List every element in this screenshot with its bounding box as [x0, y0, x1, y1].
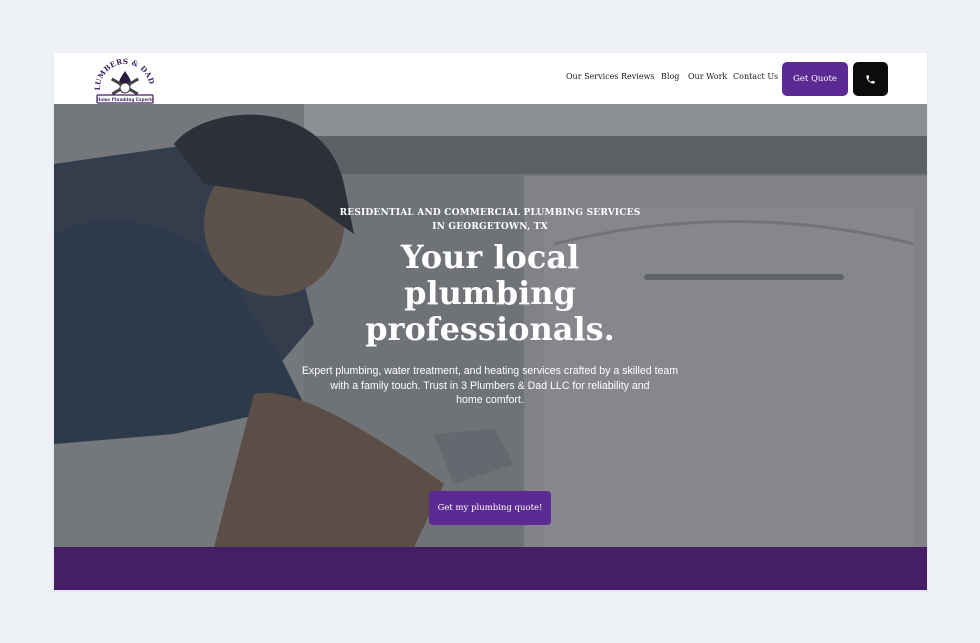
hero-eyebrow-line-2: IN GEORGETOWN, TX	[432, 222, 548, 232]
hero-description: Expert plumbing, water treatment, and he…	[295, 364, 685, 408]
logo-ribbon-text: Home Plumbing Experts	[96, 97, 154, 102]
hero-description-line-3: home comfort.	[456, 394, 524, 406]
purple-footer-band	[54, 547, 927, 590]
hero-section: RESIDENTIAL AND COMMERCIAL PLUMBING SERV…	[54, 104, 927, 547]
nav-contact-us[interactable]: Contact Us	[733, 72, 778, 81]
hero-headline-line-1: Your local	[400, 238, 580, 276]
site-header: 3 PLUMBERS & DAD LLC Home Plumbing Exper…	[54, 53, 927, 104]
hero-eyebrow-line-1: RESIDENTIAL AND COMMERCIAL PLUMBING SERV…	[339, 208, 641, 218]
hero-description-line-1: Expert plumbing, water treatment, and he…	[301, 365, 679, 377]
hero-headline-line-3: professionals.	[365, 310, 615, 348]
hero-headline: Your local plumbing professionals.	[290, 239, 690, 347]
hero-eyebrow: RESIDENTIAL AND COMMERCIAL PLUMBING SERV…	[290, 206, 690, 234]
hero-headline-line-2: plumbing	[404, 274, 576, 312]
nav-reviews[interactable]: Reviews	[621, 72, 655, 81]
phone-button[interactable]	[853, 62, 888, 96]
hero-description-line-2: with a family touch. Trust in 3 Plumbers…	[330, 379, 650, 392]
nav-our-work[interactable]: Our Work	[688, 72, 727, 81]
phone-icon	[865, 70, 876, 89]
browser-page: 3 PLUMBERS & DAD LLC Home Plumbing Exper…	[54, 53, 927, 590]
nav-blog[interactable]: Blog	[661, 72, 679, 81]
nav-our-services[interactable]: Our Services	[566, 72, 619, 81]
get-quote-button[interactable]: Get Quote	[782, 62, 848, 96]
plumbing-quote-cta-button[interactable]: Get my plumbing quote!	[429, 491, 551, 525]
brand-logo[interactable]: 3 PLUMBERS & DAD LLC Home Plumbing Exper…	[85, 53, 162, 111]
